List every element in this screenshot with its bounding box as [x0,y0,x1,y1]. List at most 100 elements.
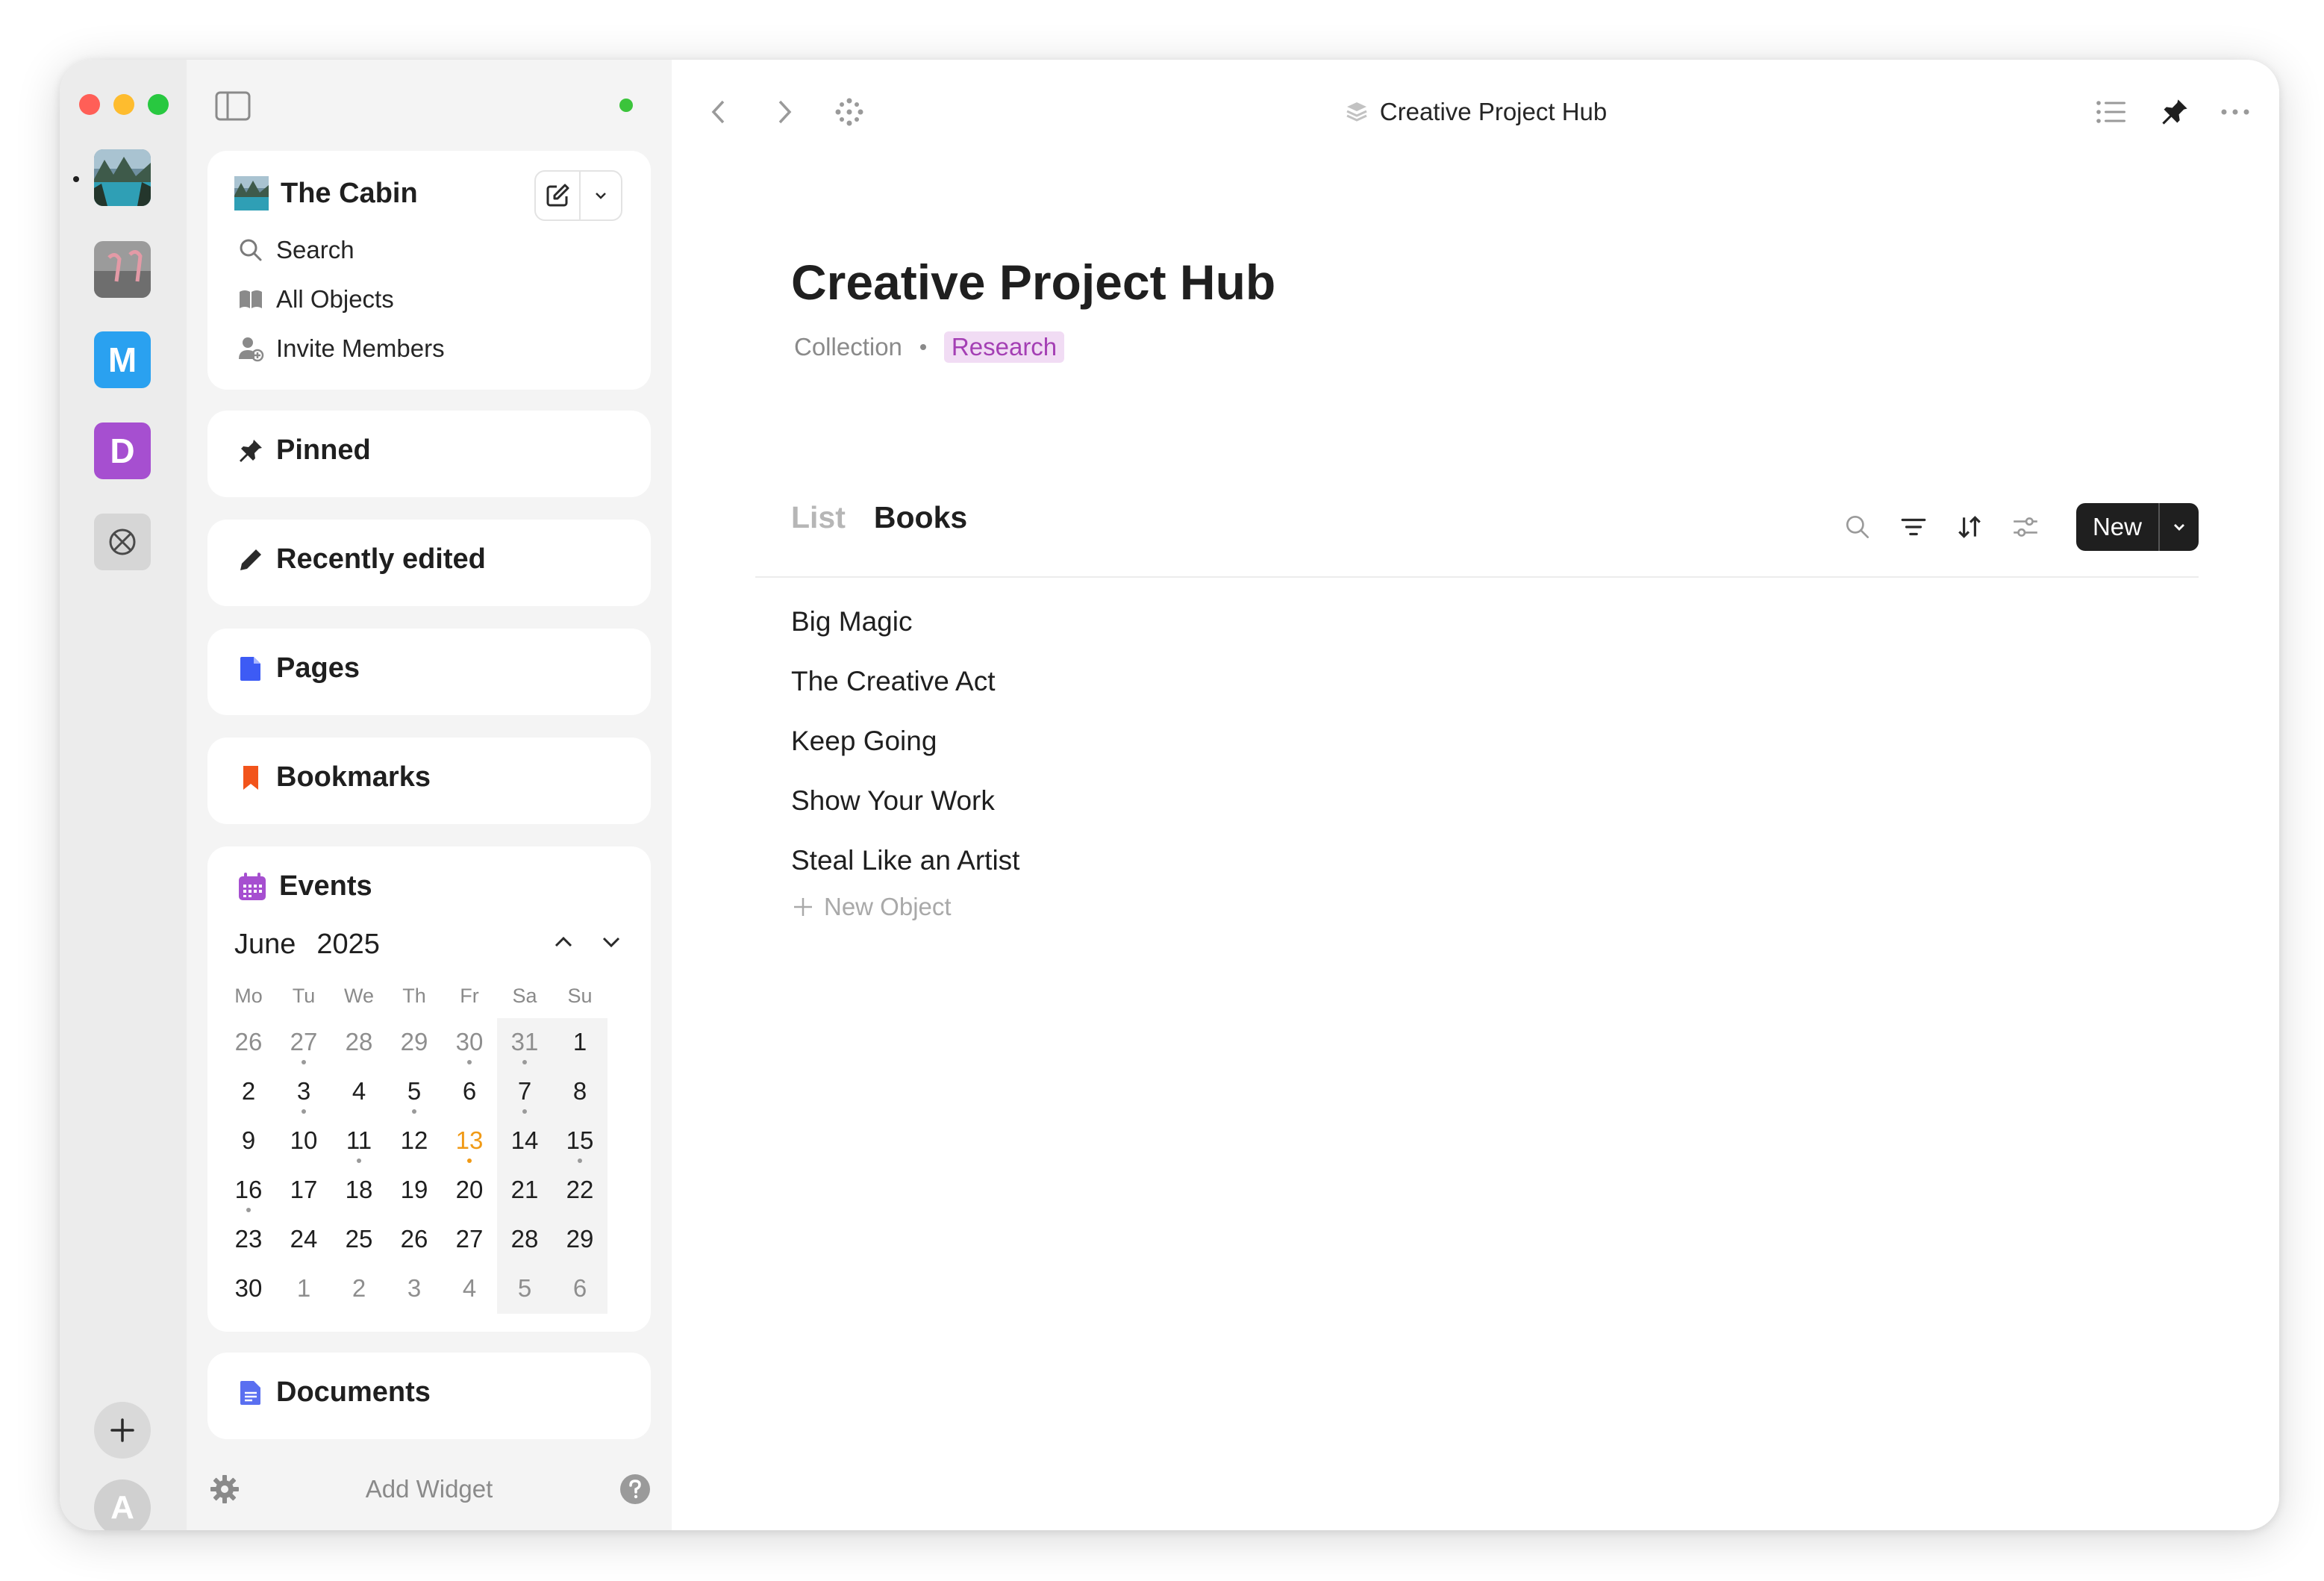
add-space-button[interactable] [94,1402,151,1459]
calendar-day[interactable]: 4 [442,1265,497,1314]
calendar-day[interactable]: 30 [221,1265,276,1314]
outline-button[interactable] [2096,97,2127,127]
calendar-day[interactable]: 15 [552,1117,607,1166]
calendar-day[interactable]: 1 [552,1018,607,1067]
calendar-day[interactable]: 29 [387,1018,442,1067]
events-header[interactable]: Events [237,870,372,902]
pin-page-button[interactable] [2160,97,2190,127]
view-settings-button[interactable] [1998,503,2054,551]
tag-badge[interactable]: Research [943,331,1065,363]
previous-month-button[interactable] [552,933,575,955]
calendar-day[interactable]: 11 [331,1117,387,1166]
calendar-day[interactable]: 21 [497,1166,552,1215]
create-object-menu-button[interactable] [581,172,621,219]
list-item[interactable]: Big Magic [791,599,1019,658]
calendar-day[interactable]: 2 [331,1265,387,1314]
help-button[interactable] [619,1474,651,1509]
filter-button[interactable] [1886,503,1942,551]
breadcrumb[interactable]: Creative Project Hub [672,60,2279,164]
space-d[interactable]: D [94,422,151,479]
calendar-day[interactable]: 29 [552,1215,607,1265]
list-item[interactable]: Keep Going [791,718,1019,778]
calendar-day[interactable]: 3 [276,1067,331,1117]
more-options-button[interactable] [2220,97,2251,127]
create-object-button[interactable] [536,172,581,219]
weekday-label: We [343,985,374,1007]
calendar-day[interactable]: 24 [276,1215,331,1265]
calendar-year[interactable]: 2025 [316,929,380,961]
calendar-day[interactable]: 20 [442,1166,497,1215]
widget-pinned-label: Pinned [276,434,371,466]
toggle-sidebar-button[interactable] [215,91,251,125]
calendar-day[interactable]: 25 [331,1215,387,1265]
page-title[interactable]: Creative Project Hub [791,254,1275,311]
calendar-day[interactable]: 5 [497,1265,552,1314]
calendar-day[interactable]: 27 [442,1215,497,1265]
calendar-day[interactable]: 16 [221,1166,276,1215]
calendar-day[interactable]: 28 [331,1018,387,1067]
calendar-day[interactable]: 12 [387,1117,442,1166]
calendar-day-today[interactable]: 13 [442,1117,497,1166]
space-ball[interactable] [94,514,151,570]
calendar-day[interactable]: 14 [497,1117,552,1166]
new-object-button[interactable]: New [2076,503,2160,551]
menu-search[interactable]: Search [237,236,354,264]
calendar-day[interactable]: 26 [221,1018,276,1067]
calendar-day[interactable]: 30 [442,1018,497,1067]
calendar-day[interactable]: 3 [387,1265,442,1314]
calendar-day[interactable]: 22 [552,1166,607,1215]
add-widget-button[interactable]: Add Widget [187,1475,672,1503]
widget-recently-edited-label: Recently edited [276,543,486,575]
tab-books[interactable]: Books [874,500,967,535]
widget-recently-edited[interactable]: Recently edited [207,520,651,606]
widget-bookmarks[interactable]: Bookmarks [207,738,651,824]
calendar-day[interactable]: 4 [331,1067,387,1117]
list-item[interactable]: Show Your Work [791,778,1019,838]
calendar-day[interactable]: 6 [442,1067,497,1117]
calendar-month[interactable]: June [234,929,296,961]
minimize-window-button[interactable] [113,94,134,115]
event-dot [412,1109,416,1114]
calendar-day[interactable]: 18 [331,1166,387,1215]
space-flamingos[interactable] [94,241,151,298]
calendar-day[interactable]: 31 [497,1018,552,1067]
widget-pinned[interactable]: Pinned [207,411,651,497]
tab-list[interactable]: List [791,500,846,535]
space-m[interactable]: M [94,331,151,388]
calendar-day[interactable]: 19 [387,1166,442,1215]
calendar-day[interactable]: 26 [387,1215,442,1265]
sort-button[interactable] [1942,503,1998,551]
new-object-menu-button[interactable] [2160,503,2199,551]
close-window-button[interactable] [79,94,100,115]
calendar-day[interactable]: 8 [552,1067,607,1117]
space-the-cabin[interactable] [94,149,151,206]
widget-documents[interactable]: Documents [207,1353,651,1439]
calendar-day[interactable]: 5 [387,1067,442,1117]
object-type-label[interactable]: Collection [794,333,902,361]
calendar-day[interactable]: 23 [221,1215,276,1265]
list-item[interactable]: The Creative Act [791,658,1019,718]
calendar-day[interactable]: 17 [276,1166,331,1215]
calendar-week: 16 17 18 19 20 21 22 [221,1166,636,1215]
calendar-day[interactable]: 1 [276,1265,331,1314]
search-view-button[interactable] [1830,503,1886,551]
widget-pages[interactable]: Pages [207,629,651,715]
calendar-day[interactable]: 10 [276,1117,331,1166]
menu-invite-members[interactable]: Invite Members [237,334,445,363]
calendar-day[interactable]: 7 [497,1067,552,1117]
calendar-day-number: 28 [510,1225,539,1253]
next-month-button[interactable] [600,933,622,955]
new-object-row[interactable]: New Object [791,893,1019,921]
calendar-day-number: 26 [234,1028,263,1055]
calendar-day[interactable]: 6 [552,1265,607,1314]
space-header[interactable]: The Cabin [234,176,418,211]
menu-all-objects[interactable]: All Objects [237,285,394,314]
calendar-day-number: 4 [462,1274,477,1302]
account-avatar[interactable]: A [94,1479,151,1530]
calendar-day[interactable]: 9 [221,1117,276,1166]
calendar-day[interactable]: 28 [497,1215,552,1265]
calendar-day[interactable]: 27 [276,1018,331,1067]
calendar-day[interactable]: 2 [221,1067,276,1117]
zoom-window-button[interactable] [148,94,169,115]
list-item[interactable]: Steal Like an Artist [791,838,1019,897]
